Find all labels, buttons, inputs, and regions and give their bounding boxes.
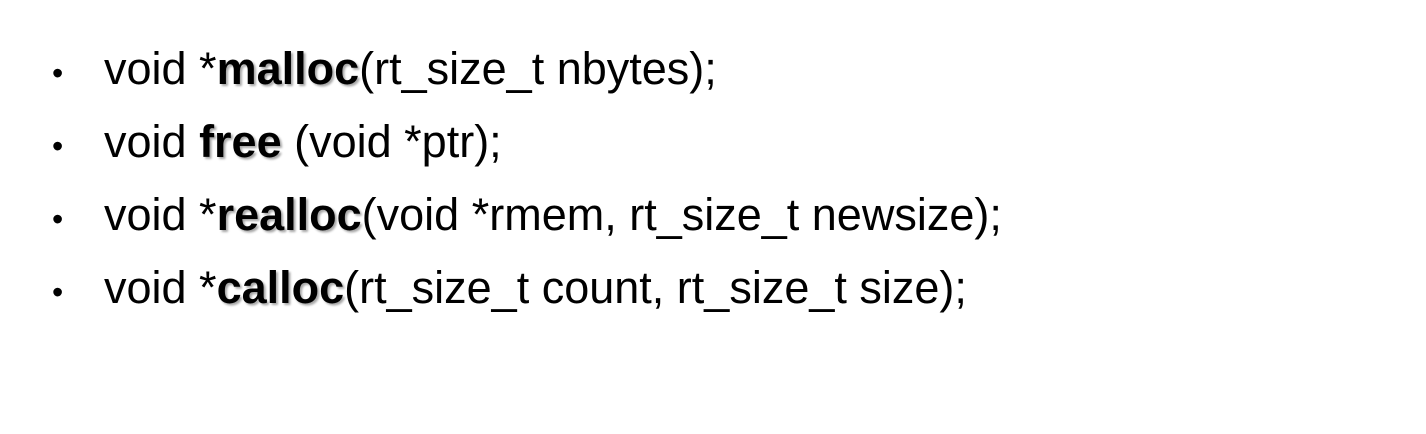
function-name: realloc [216,189,362,240]
signature-prefix: void * [104,262,217,313]
bullet-icon: • [52,55,64,91]
signature-prefix: void * [104,43,217,94]
signature-params: (void *ptr); [281,116,502,167]
function-name: free [199,116,282,167]
signature-params: (void *rmem, rt_size_t newsize); [361,189,1002,240]
signature-prefix: void [104,116,200,167]
function-name: malloc [216,43,360,94]
signature-params: (rt_size_t count, rt_size_t size); [344,262,967,313]
slide: • void * malloc (rt_size_t nbytes); • void… [0,0,1426,434]
list-item-malloc: • void * malloc (rt_size_t nbytes); [52,37,1002,110]
bullet-icon: • [52,274,64,310]
bullet-icon: • [52,128,64,164]
bullet-icon: • [52,201,64,237]
function-signature-list: • void * malloc (rt_size_t nbytes); • void… [52,37,1002,329]
signature-params: (rt_size_t nbytes); [359,43,717,94]
list-item-free: • void free (void *ptr); [52,110,1002,183]
list-item-realloc: • void * realloc (void *rmem, rt_size_t ne… [52,183,1002,256]
signature-prefix: void * [104,189,217,240]
function-name: calloc [216,262,345,313]
list-item-calloc: • void * calloc (rt_size_t count, rt_size_… [52,256,1002,329]
